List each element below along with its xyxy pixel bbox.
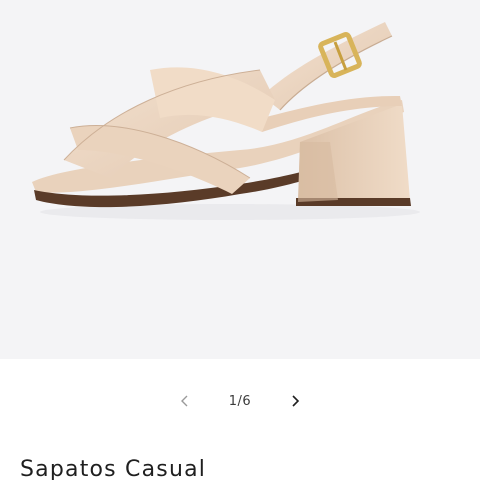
product-image-area [0, 0, 480, 359]
previous-slide-button[interactable] [166, 382, 204, 420]
gallery-controls: 1/6 [0, 382, 480, 420]
product-image[interactable] [0, 0, 480, 359]
next-slide-button[interactable] [276, 382, 314, 420]
product-page: 1/6 Sapatos Casual [0, 0, 480, 480]
chevron-left-icon [181, 395, 188, 407]
chevron-right-icon [292, 395, 300, 407]
slide-counter: 1/6 [228, 393, 252, 409]
product-title: Sapatos Casual [20, 457, 207, 480]
